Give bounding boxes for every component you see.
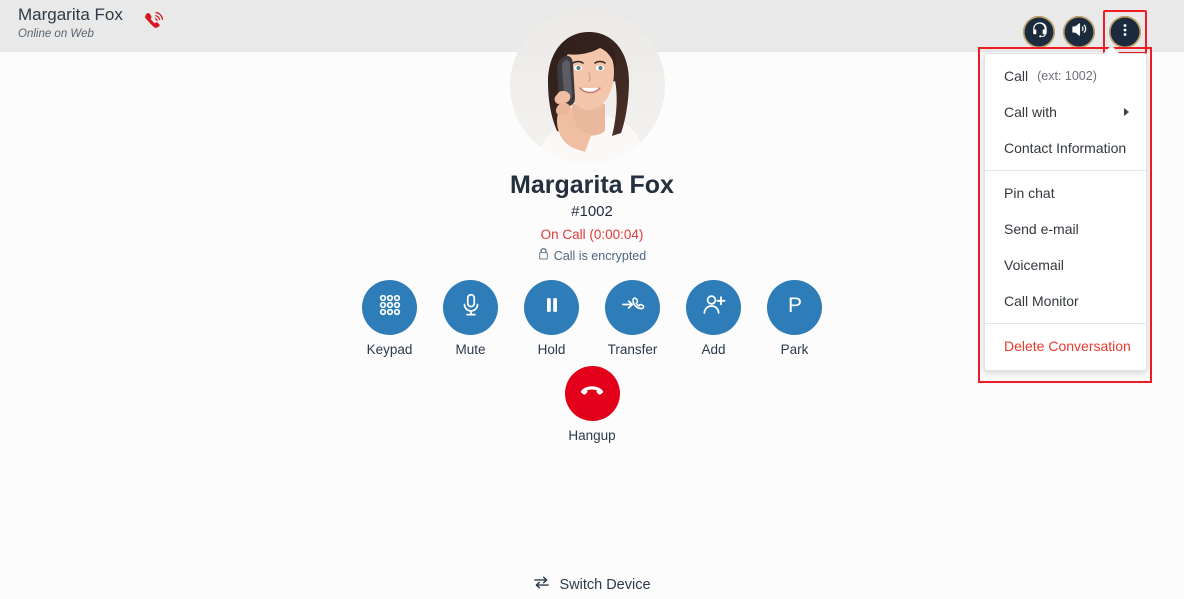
switch-device-label: Switch Device bbox=[559, 576, 651, 593]
menu-item-pin-chat-label: Pin chat bbox=[1004, 185, 1055, 201]
lock-icon bbox=[538, 247, 549, 265]
hangup-button-circle bbox=[564, 366, 620, 421]
menu-item-send-email-label: Send e-mail bbox=[1004, 221, 1079, 237]
swap-arrows-icon bbox=[533, 574, 550, 595]
encryption-text: Call is encrypted bbox=[553, 249, 647, 263]
mute-button[interactable]: Mute bbox=[439, 280, 503, 357]
add-person-icon bbox=[701, 292, 727, 323]
park-icon: P bbox=[781, 291, 809, 324]
hangup-phone-icon bbox=[577, 376, 607, 411]
more-options-button[interactable] bbox=[1109, 16, 1141, 48]
keypad-icon bbox=[377, 292, 403, 323]
chevron-right-icon bbox=[1124, 108, 1129, 116]
contact-name: Margarita Fox bbox=[18, 5, 123, 24]
menu-separator-1 bbox=[985, 170, 1146, 171]
menu-item-send-email[interactable]: Send e-mail bbox=[985, 211, 1146, 247]
headset-button[interactable] bbox=[1023, 16, 1055, 48]
menu-pointer-arrow bbox=[1103, 46, 1119, 54]
header-contact-area: Margarita Fox Online on Web bbox=[18, 4, 165, 41]
contact-block: Margarita Fox Online on Web bbox=[18, 4, 123, 41]
hold-label: Hold bbox=[537, 342, 566, 357]
menu-item-delete-conversation-label: Delete Conversation bbox=[1004, 338, 1131, 354]
add-button[interactable]: Add bbox=[682, 280, 746, 357]
transfer-button[interactable]: Transfer bbox=[601, 280, 665, 357]
pause-icon bbox=[540, 293, 564, 322]
transfer-label: Transfer bbox=[607, 342, 658, 357]
contact-presence: Online on Web bbox=[18, 28, 94, 40]
transfer-call-icon bbox=[619, 292, 646, 324]
transfer-button-circle bbox=[605, 280, 660, 335]
menu-item-call-with-label: Call with bbox=[1004, 104, 1057, 120]
microphone-icon bbox=[458, 292, 484, 323]
mute-button-circle bbox=[443, 280, 498, 335]
menu-item-voicemail[interactable]: Voicemail bbox=[985, 247, 1146, 283]
avatar bbox=[510, 8, 665, 163]
mute-label: Mute bbox=[455, 342, 486, 357]
keypad-button[interactable]: Keypad bbox=[358, 280, 422, 357]
park-label: Park bbox=[780, 342, 809, 357]
speaker-button[interactable] bbox=[1063, 16, 1095, 48]
keypad-button-circle bbox=[362, 280, 417, 335]
hold-button[interactable]: Hold bbox=[520, 280, 584, 357]
menu-item-voicemail-label: Voicemail bbox=[1004, 257, 1064, 273]
header-actions bbox=[1023, 10, 1147, 54]
menu-item-call[interactable]: Call (ext: 1002) bbox=[985, 58, 1146, 94]
more-options-icon bbox=[1116, 21, 1134, 44]
keypad-label: Keypad bbox=[366, 342, 413, 357]
context-menu: Call (ext: 1002) Call with Contact Infor… bbox=[984, 53, 1147, 371]
menu-item-pin-chat[interactable]: Pin chat bbox=[985, 175, 1146, 211]
park-button-circle: P bbox=[767, 280, 822, 335]
menu-item-contact-information-label: Contact Information bbox=[1004, 140, 1127, 156]
add-button-circle bbox=[686, 280, 741, 335]
menu-item-contact-information[interactable]: Contact Information bbox=[985, 130, 1146, 166]
hangup-area: Hangup bbox=[0, 366, 1184, 443]
headset-icon bbox=[1030, 20, 1049, 44]
switch-device-button[interactable]: Switch Device bbox=[0, 574, 1184, 595]
menu-item-call-monitor[interactable]: Call Monitor bbox=[985, 283, 1146, 319]
park-button[interactable]: P Park bbox=[763, 280, 827, 357]
ringing-phone-icon bbox=[143, 10, 165, 32]
menu-item-call-label: Call bbox=[1004, 68, 1029, 84]
menu-separator-2 bbox=[985, 323, 1146, 324]
menu-item-delete-conversation[interactable]: Delete Conversation bbox=[985, 328, 1146, 364]
hangup-button[interactable]: Hangup bbox=[564, 366, 620, 443]
menu-item-call-with[interactable]: Call with bbox=[985, 94, 1146, 130]
menu-item-call-extension: (ext: 1002) bbox=[1037, 69, 1097, 83]
speaker-icon bbox=[1070, 20, 1089, 44]
add-label: Add bbox=[701, 342, 726, 357]
svg-text:P: P bbox=[787, 294, 801, 317]
menu-item-call-monitor-label: Call Monitor bbox=[1004, 293, 1079, 309]
hangup-label: Hangup bbox=[568, 428, 616, 443]
hold-button-circle bbox=[524, 280, 579, 335]
